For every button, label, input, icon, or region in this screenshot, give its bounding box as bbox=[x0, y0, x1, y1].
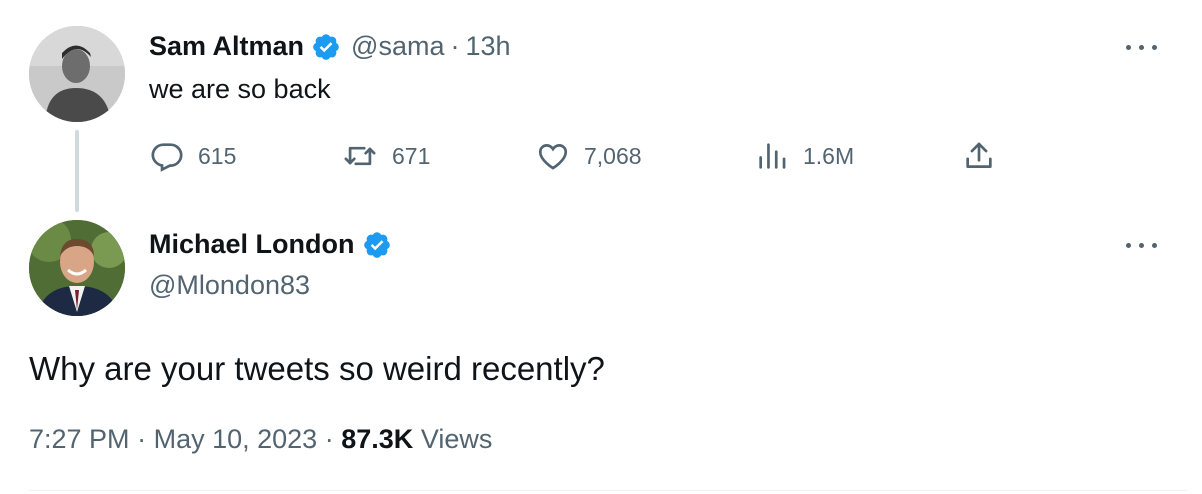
reply-button[interactable]: 615 bbox=[150, 138, 236, 174]
tweet-text: we are so back bbox=[149, 74, 331, 104]
share-button[interactable] bbox=[962, 138, 996, 174]
author-name[interactable]: Sam Altman bbox=[149, 31, 304, 62]
author-name[interactable]: Michael London bbox=[149, 229, 355, 260]
author-handle[interactable]: @Mlondon83 bbox=[149, 270, 310, 301]
avatar-sam-altman[interactable] bbox=[29, 26, 125, 122]
avatar-michael-london[interactable] bbox=[29, 220, 125, 316]
meta-separator: · bbox=[324, 424, 334, 454]
reply-date[interactable]: May 10, 2023 bbox=[154, 424, 318, 454]
reply-count: 615 bbox=[198, 142, 237, 169]
more-icon[interactable] bbox=[1124, 40, 1160, 54]
share-icon bbox=[962, 139, 996, 173]
retweet-button[interactable]: 671 bbox=[342, 138, 430, 174]
views-icon bbox=[755, 139, 789, 173]
tweet-time[interactable]: 13h bbox=[465, 31, 510, 62]
like-button[interactable]: 7,068 bbox=[536, 138, 642, 174]
like-icon bbox=[536, 139, 570, 173]
reply-icon bbox=[150, 139, 184, 173]
like-count: 7,068 bbox=[584, 142, 642, 169]
divider bbox=[28, 490, 1188, 491]
views-count: 87.3K bbox=[341, 424, 414, 454]
meta-separator: · bbox=[137, 424, 147, 454]
retweet-icon bbox=[342, 139, 378, 173]
author-handle[interactable]: @sama bbox=[351, 31, 444, 62]
more-icon[interactable] bbox=[1124, 238, 1160, 252]
verified-badge-icon bbox=[362, 230, 392, 260]
retweet-count: 671 bbox=[392, 142, 431, 169]
reply-time[interactable]: 7:27 PM bbox=[29, 424, 130, 454]
reply-meta: 7:27 PM · May 10, 2023 · 87.3K Views bbox=[29, 424, 492, 455]
views-button[interactable]: 1.6M bbox=[755, 138, 854, 174]
reply-header: Michael London bbox=[149, 229, 392, 260]
thread-connector-line bbox=[75, 130, 79, 212]
reply-text: Why are your tweets so weird recently? bbox=[29, 350, 605, 387]
views-label: Views bbox=[420, 424, 493, 454]
verified-badge-icon bbox=[311, 32, 341, 62]
time-separator: · bbox=[450, 31, 460, 61]
tweet-header: Sam Altman @sama · 13h bbox=[149, 31, 511, 62]
views-count: 1.6M bbox=[803, 142, 855, 169]
